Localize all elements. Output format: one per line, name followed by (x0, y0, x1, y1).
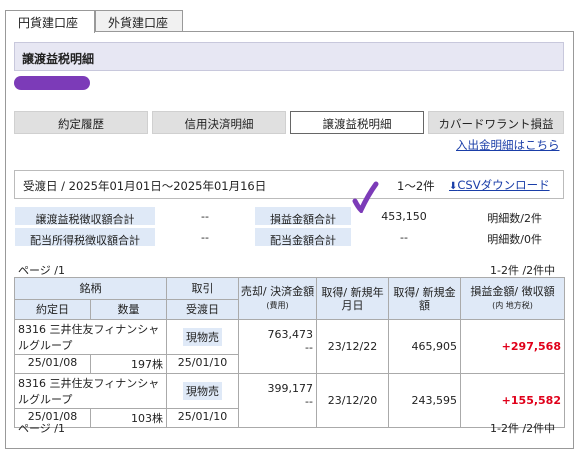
header-qty: 数量 (90, 299, 167, 320)
header-pnl: 損益金額/ 徴収額 (内 地方税) (460, 277, 565, 320)
capital-gains-tax-total-value: -- (201, 210, 209, 223)
dividend-tax-total-value: -- (201, 231, 209, 244)
quantity: 103株 (90, 408, 167, 428)
date-range-text: 受渡日 / 2025年01月01日〜2025年01月16日 (23, 179, 267, 193)
tab-foreign-account[interactable]: 外貨建口座 (95, 10, 183, 32)
tax-detail-table: 銘柄 取引 売却/ 決済金額 (費用) 取得/ 新規年月日 取得/ 新規金額 損益… (14, 277, 565, 428)
csv-download-link[interactable]: ⬇CSVダウンロード (449, 177, 550, 193)
pnl-amount: +297,568 (460, 319, 565, 374)
issue-name: 8316 三井住友フィナンシャルグループ (14, 373, 167, 409)
sale-amount: 763,473 -- (238, 319, 317, 374)
header-acq-amount: 取得/ 新規金額 (388, 277, 461, 320)
dividend-total-value: -- (400, 231, 408, 244)
capital-gains-tax-total-label: 譲渡益税徴収額合計 (14, 206, 156, 226)
sale-amount: 399,177 -- (238, 373, 317, 428)
subtab-margin-settlement[interactable]: 信用決済明細 (152, 111, 286, 134)
header-issue: 銘柄 (14, 277, 167, 300)
acq-date: 23/12/20 (316, 373, 389, 428)
footer-page-indicator: ページ /1 (18, 422, 65, 435)
date-range-box: 受渡日 / 2025年01月01日〜2025年01月16日 1〜2件 ⬇CSVダ… (14, 170, 564, 199)
dividend-total-label: 配当金額合計 (254, 227, 352, 247)
deposit-history-link[interactable]: 入出金明細はこちら (456, 137, 560, 153)
section-title: 譲渡益税明細 (14, 42, 564, 71)
page-indicator: ページ /1 (18, 264, 65, 277)
issue-name: 8316 三井住友フィナンシャルグループ (14, 319, 167, 355)
header-trade-date: 約定日 (14, 299, 91, 320)
deal-type: 現物売 (183, 382, 222, 400)
subtab-covered-warrant[interactable]: カバードワラント損益 (428, 111, 564, 134)
quantity: 197株 (90, 354, 167, 374)
tab-yen-account[interactable]: 円貨建口座 (5, 10, 95, 33)
header-acq-date: 取得/ 新規年月日 (316, 277, 389, 320)
trade-date: 25/01/08 (14, 354, 91, 374)
deal-type: 現物売 (183, 328, 222, 346)
settle-date: 25/01/10 (166, 354, 239, 374)
table-row: 8316 三井住友フィナンシャルグループ 現物売 763,473 -- 23/12… (14, 319, 565, 374)
acq-date: 23/12/22 (316, 319, 389, 374)
header-settle-date: 受渡日 (166, 299, 239, 320)
acq-amount: 243,595 (388, 373, 461, 428)
settle-date: 25/01/10 (166, 408, 239, 428)
detail-count-1: 明細数/2件 (487, 212, 542, 225)
subtab-capital-gains-tax[interactable]: 譲渡益税明細 (290, 111, 424, 134)
redacted-marker (14, 76, 90, 90)
pnl-total-label: 損益金額合計 (254, 206, 352, 226)
checkmark-icon (352, 181, 379, 213)
footer-items-indicator: 1-2件 /2件中 (490, 422, 556, 435)
detail-count-2: 明細数/0件 (487, 233, 542, 246)
header-deal: 取引 (166, 277, 239, 300)
subtab-trade-history[interactable]: 約定履歴 (14, 111, 148, 134)
count-range-text: 1〜2件 (397, 179, 435, 193)
header-sale-amount: 売却/ 決済金額 (費用) (238, 277, 317, 320)
table-row: 8316 三井住友フィナンシャルグループ 現物売 399,177 -- 23/12… (14, 373, 565, 428)
dividend-tax-total-label: 配当所得税徴収額合計 (14, 227, 156, 247)
items-indicator: 1-2件 /2件中 (490, 264, 556, 277)
acq-amount: 465,905 (388, 319, 461, 374)
